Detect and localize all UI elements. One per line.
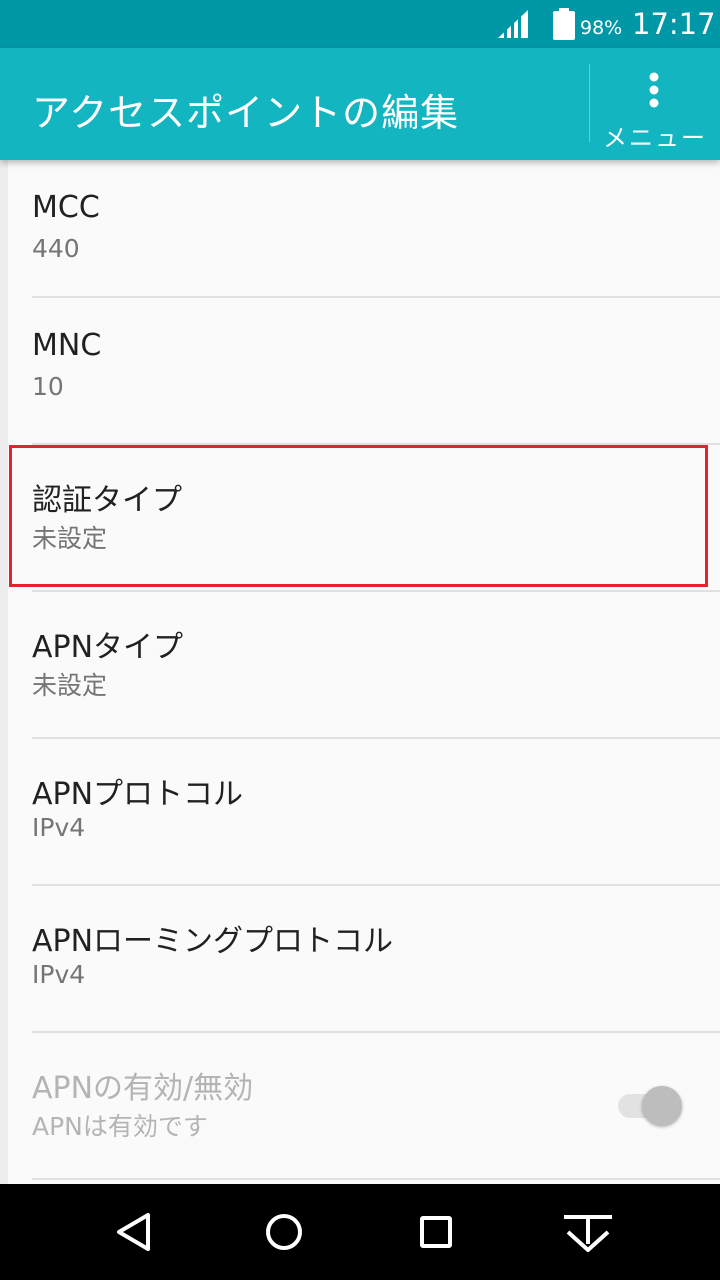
setting-label: MNC: [32, 328, 102, 363]
divider: [32, 1178, 720, 1180]
clock: 17:17: [632, 7, 716, 41]
status-bar: 98% 17:17: [0, 0, 720, 48]
recents-square-icon[interactable]: [406, 1204, 466, 1260]
home-circle-icon[interactable]: [254, 1204, 314, 1260]
apn-enable-toggle: [616, 1082, 684, 1132]
page-title: アクセスポイントの編集: [32, 91, 460, 135]
setting-label: APNプロトコル: [32, 777, 244, 812]
hide-nav-icon[interactable]: [558, 1204, 618, 1260]
setting-value: 未設定: [32, 524, 108, 553]
setting-label: APNローミングプロトコル: [32, 924, 394, 959]
menu-button[interactable]: メニュー: [590, 48, 720, 160]
setting-mnc[interactable]: MNC 10: [0, 298, 720, 445]
signal-icon: [498, 10, 528, 38]
setting-mcc[interactable]: MCC 440: [0, 160, 720, 298]
setting-value: APNは有効です: [32, 1112, 208, 1141]
setting-apn-type[interactable]: APNタイプ 未設定: [0, 592, 720, 739]
setting-value: 未設定: [32, 671, 108, 700]
setting-label: 認証タイプ: [32, 483, 182, 518]
setting-apn-roaming-protocol[interactable]: APNローミングプロトコル IPv4: [0, 886, 720, 1033]
setting-label: MCC: [32, 190, 100, 225]
more-vert-icon: [649, 72, 659, 108]
setting-value: 10: [32, 372, 64, 401]
battery-percent: 98%: [580, 17, 623, 39]
setting-apn-protocol[interactable]: APNプロトコル IPv4: [0, 739, 720, 886]
toggle-thumb: [642, 1086, 682, 1126]
battery-icon: [553, 8, 575, 40]
setting-value: 440: [32, 234, 80, 263]
app-bar: アクセスポイントの編集 メニュー: [0, 48, 720, 160]
back-triangle-icon[interactable]: [102, 1204, 162, 1260]
settings-list: MCC 440 MNC 10 認証タイプ 未設定 APNタイプ 未設定 APNプ…: [0, 160, 720, 1180]
menu-label: メニュー: [603, 124, 707, 152]
setting-label: APNタイプ: [32, 630, 184, 665]
setting-auth-type[interactable]: 認証タイプ 未設定: [0, 445, 720, 592]
navigation-bar: [0, 1184, 720, 1280]
setting-apn-enable: APNの有効/無効 APNは有効です: [0, 1033, 720, 1180]
setting-value: IPv4: [32, 960, 86, 989]
setting-label: APNの有効/無効: [32, 1071, 254, 1106]
setting-value: IPv4: [32, 813, 86, 842]
